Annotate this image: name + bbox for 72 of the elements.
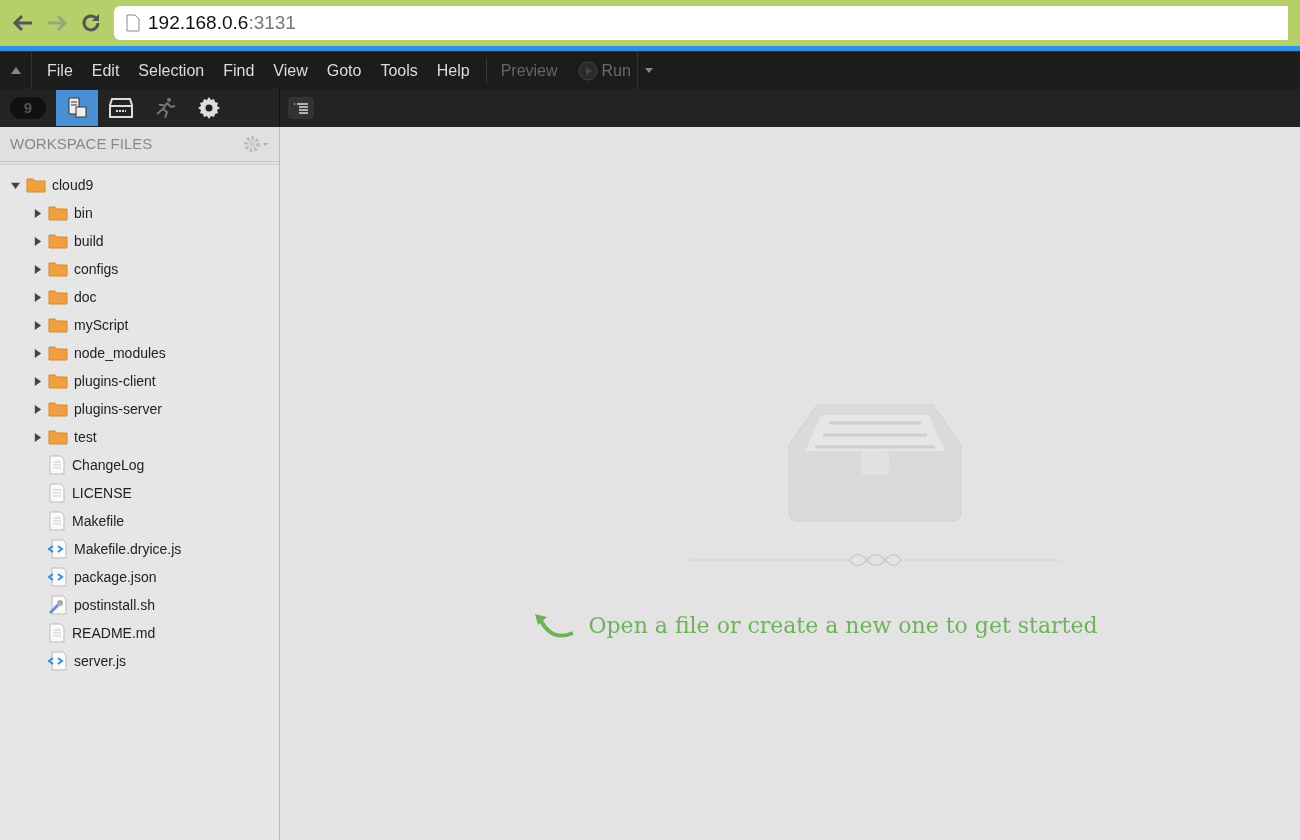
- folder-icon: [48, 317, 68, 333]
- folder-icon: [48, 289, 68, 305]
- settings-icon: [197, 96, 221, 120]
- folder-name[interactable]: plugins-client: [74, 370, 156, 392]
- code-file-icon: [48, 651, 68, 671]
- menu-item[interactable]: Tools: [380, 58, 418, 83]
- menu-item[interactable]: File: [47, 58, 73, 83]
- drawer-icon: [109, 97, 133, 119]
- code-file-icon: [48, 539, 68, 559]
- menu-item[interactable]: Edit: [91, 58, 120, 83]
- folder-name[interactable]: configs: [74, 258, 119, 280]
- disclosure-arrow-icon[interactable]: [32, 208, 42, 218]
- folder-icon: [48, 429, 68, 445]
- list-icon: [294, 102, 308, 114]
- file-name[interactable]: server.js: [74, 650, 127, 672]
- menu-item[interactable]: Selection: [138, 58, 205, 83]
- folder-icon: [26, 177, 46, 193]
- file-name[interactable]: Makefile.dryice.js: [74, 538, 182, 560]
- play-icon: [577, 60, 598, 81]
- collapse-icon[interactable]: [10, 67, 21, 74]
- folder-name[interactable]: test: [74, 426, 97, 448]
- folder-icon: [48, 233, 68, 249]
- folder-icon: [48, 261, 68, 277]
- disclosure-arrow-icon[interactable]: [32, 404, 42, 414]
- folder-icon: [48, 401, 68, 417]
- folder-name[interactable]: build: [74, 230, 104, 252]
- disclosure-arrow-icon[interactable]: [32, 264, 42, 274]
- disclosure-arrow-icon[interactable]: [32, 292, 42, 302]
- folder-name[interactable]: cloud9: [52, 174, 94, 196]
- file-name[interactable]: package.json: [74, 566, 157, 588]
- disclosure-arrow-icon[interactable]: [32, 320, 42, 330]
- disclosure-arrow-icon[interactable]: [32, 236, 42, 246]
- back-icon[interactable]: [12, 14, 34, 32]
- menu-item[interactable]: Help: [436, 58, 470, 83]
- folder-icon: [48, 205, 68, 221]
- document-icon: [48, 483, 66, 503]
- address-bar[interactable]: 192.168.0.6:3131: [114, 6, 1288, 40]
- file-name[interactable]: README.md: [72, 622, 156, 644]
- folder-icon: [48, 345, 68, 361]
- code-file-icon: [48, 567, 68, 587]
- reload-icon[interactable]: [80, 12, 102, 34]
- url-text: 192.168.0.6:3131: [148, 10, 296, 35]
- caret-icon[interactable]: [645, 68, 654, 73]
- curved-arrow-icon: [532, 612, 575, 639]
- menu-item[interactable]: Goto: [326, 58, 362, 83]
- cloud-logo: 9: [10, 97, 46, 119]
- folder-icon: [48, 373, 68, 389]
- files-icon: [65, 96, 89, 120]
- folder-name[interactable]: plugins-server: [74, 398, 162, 420]
- folder-name[interactable]: bin: [74, 202, 93, 224]
- disclosure-arrow-icon[interactable]: [32, 376, 42, 386]
- menu-item[interactable]: View: [273, 58, 308, 83]
- wrench-file-icon: [48, 595, 68, 615]
- disclosure-arrow-icon[interactable]: [32, 348, 42, 358]
- document-icon: [48, 511, 66, 531]
- toolbar-button[interactable]: [56, 90, 98, 126]
- tab-list-button[interactable]: [288, 97, 314, 119]
- panel-title: WORKSPACE FILES: [10, 133, 153, 154]
- folder-name[interactable]: doc: [74, 286, 97, 308]
- document-icon: [48, 455, 66, 475]
- disclosure-arrow-icon[interactable]: [32, 432, 42, 442]
- folder-name[interactable]: node_modules: [74, 342, 166, 364]
- file-name[interactable]: LICENSE: [72, 482, 132, 504]
- menu-item[interactable]: Find: [223, 58, 255, 83]
- folder-name[interactable]: myScript: [74, 314, 129, 336]
- disclosure-arrow-icon[interactable]: [10, 180, 20, 190]
- document-icon: [48, 623, 66, 643]
- file-name[interactable]: ChangeLog: [72, 454, 145, 476]
- file-name[interactable]: postinstall.sh: [74, 594, 155, 616]
- file-name[interactable]: Makefile: [72, 510, 125, 532]
- empty-state-message: Open a file or create a new one to get started: [588, 612, 1098, 640]
- page-icon: [126, 14, 140, 32]
